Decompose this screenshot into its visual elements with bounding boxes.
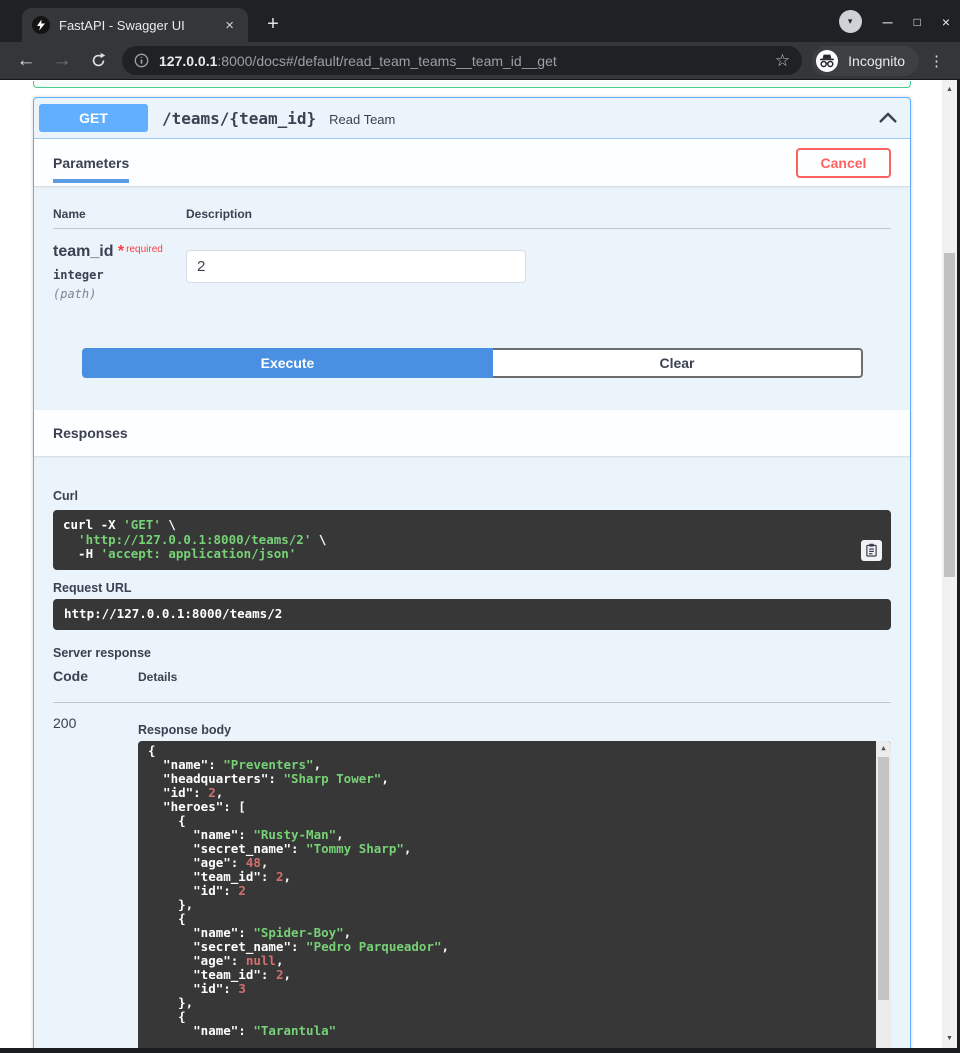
request-url-box: http://127.0.0.1:8000/teams/2: [53, 599, 891, 630]
fastapi-logo-icon: [32, 16, 50, 34]
param-type: integer: [53, 268, 186, 282]
responses-inner: Curl curl -X 'GET' \ 'http://127.0.0.1:8…: [34, 456, 910, 1048]
site-info-icon[interactable]: [134, 53, 149, 68]
method-badge: GET: [39, 104, 148, 132]
endpoint-path: /teams/{team_id}: [162, 109, 316, 128]
tab-close-button[interactable]: ×: [221, 16, 238, 35]
request-url-label: Request URL: [53, 581, 891, 595]
parameters-header: Parameters Cancel: [34, 139, 910, 186]
tab-parameters[interactable]: Parameters: [53, 139, 129, 186]
execute-wrapper: Execute Clear: [82, 348, 863, 378]
new-tab-button[interactable]: +: [260, 11, 286, 37]
incognito-label: Incognito: [848, 53, 905, 69]
curl-code: curl -X 'GET' \ 'http://127.0.0.1:8000/t…: [63, 518, 861, 562]
column-header-code: Code: [53, 668, 88, 684]
required-label: required: [126, 244, 163, 255]
incognito-badge: Incognito: [812, 46, 919, 76]
column-header-name: Name: [53, 207, 186, 221]
server-response-label: Server response: [53, 646, 891, 660]
response-body-label: Response body: [138, 723, 891, 737]
team-id-input[interactable]: [186, 250, 526, 283]
maximize-button[interactable]: □: [914, 16, 921, 28]
browser-caret-menu-button[interactable]: ▾: [839, 10, 862, 33]
close-button[interactable]: ×: [942, 15, 950, 29]
parameters-table: Name Description team_id *required integ…: [34, 207, 910, 378]
forward-button[interactable]: →: [49, 48, 75, 74]
browser-toolbar: ← → 127.0.0.1:8000/docs#/default/read_te…: [0, 42, 960, 80]
response-body-scrollbar[interactable]: ▲: [876, 741, 891, 1049]
incognito-icon: [815, 49, 839, 73]
clear-button[interactable]: Clear: [493, 348, 863, 378]
browser-tab[interactable]: FastAPI - Swagger UI ×: [22, 8, 248, 42]
window-controls: ▾ ─ □ ×: [839, 10, 950, 33]
table-row: team_id *required integer (path): [53, 229, 891, 348]
bookmark-star-icon[interactable]: ☆: [775, 51, 790, 71]
param-location: (path): [53, 287, 186, 301]
previous-endpoint-edge[interactable]: [33, 81, 911, 88]
required-star: *: [118, 243, 124, 260]
scroll-down-icon[interactable]: ▼: [942, 1032, 957, 1045]
endpoint-summary: Read Team: [329, 110, 395, 127]
curl-command: curl -X 'GET' \ 'http://127.0.0.1:8000/t…: [53, 510, 891, 570]
response-row: 200 Response body { "name": "Preventers"…: [53, 715, 891, 1049]
scroll-up-icon[interactable]: ▲: [942, 83, 957, 96]
execute-button[interactable]: Execute: [82, 348, 493, 378]
address-bar[interactable]: 127.0.0.1:8000/docs#/default/read_team_t…: [122, 46, 802, 75]
tab-title: FastAPI - Swagger UI: [59, 18, 221, 33]
response-body-code: { "name": "Preventers", "headquarters": …: [138, 741, 891, 1041]
reload-button[interactable]: [85, 48, 111, 74]
param-name: team_id *required: [53, 243, 186, 261]
scroll-up-icon[interactable]: ▲: [876, 742, 891, 755]
page-scrollbar[interactable]: ▲ ▼: [942, 80, 957, 1048]
url-text: 127.0.0.1:8000/docs#/default/read_team_t…: [159, 53, 767, 69]
swagger-page: GET /teams/{team_id} Read Team Parameter…: [0, 80, 942, 1048]
tab-strip: FastAPI - Swagger UI × + ▾ ─ □ ×: [0, 0, 960, 42]
column-header-details: Details: [138, 670, 177, 684]
opblock-summary[interactable]: GET /teams/{team_id} Read Team: [34, 98, 910, 139]
response-body-box: { "name": "Preventers", "headquarters": …: [138, 741, 891, 1049]
scrollbar-thumb[interactable]: [878, 757, 889, 1000]
responses-title: Responses: [53, 425, 128, 441]
cancel-button[interactable]: Cancel: [796, 148, 891, 178]
back-button[interactable]: ←: [13, 48, 39, 74]
get-teams-opblock: GET /teams/{team_id} Read Team Parameter…: [33, 97, 911, 1048]
column-header-description: Description: [186, 207, 252, 221]
scrollbar-thumb[interactable]: [944, 253, 955, 577]
minimize-button[interactable]: ─: [883, 15, 893, 29]
curl-label: Curl: [53, 489, 78, 503]
request-url-value: http://127.0.0.1:8000/teams/2: [64, 607, 282, 622]
status-code: 200: [53, 715, 138, 1049]
responses-header: Responses: [34, 410, 910, 456]
collapse-chevron-icon[interactable]: [878, 112, 898, 124]
copy-to-clipboard-button[interactable]: [861, 540, 882, 561]
browser-menu-button[interactable]: ⋮: [929, 52, 944, 70]
